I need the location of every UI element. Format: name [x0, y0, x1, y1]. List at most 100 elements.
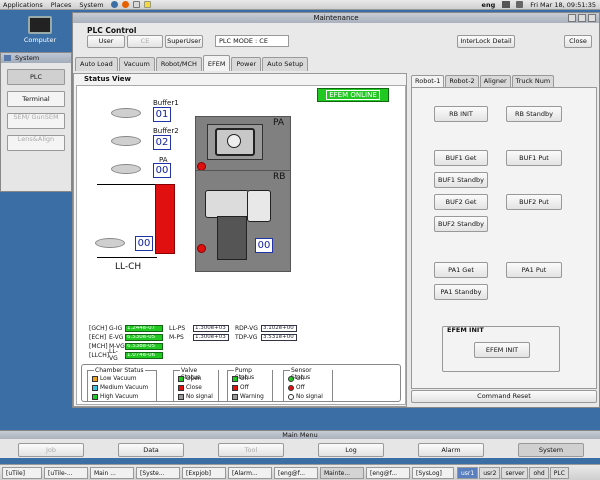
tab-auto-setup[interactable]: Auto Setup	[262, 57, 309, 71]
volume-icon[interactable]	[516, 1, 524, 8]
help-icon[interactable]	[110, 1, 118, 8]
task-utile-2[interactable]: [uTile-...	[44, 466, 88, 479]
data-button[interactable]: Data	[118, 443, 184, 457]
applications-menu[interactable]: Applications	[3, 1, 43, 9]
system-menu[interactable]: System	[79, 1, 103, 9]
valve-status-legend: Valve Status Open Close No signal	[173, 367, 219, 402]
close-window-icon[interactable]	[588, 14, 596, 22]
buf1-get-button[interactable]: BUF1 Get	[434, 150, 488, 166]
pump-on-swatch	[232, 376, 238, 382]
minimize-icon[interactable]	[568, 14, 576, 22]
task-utile[interactable]: [uTile]	[2, 466, 42, 479]
log-button[interactable]: Log	[318, 443, 384, 457]
efem-init-button[interactable]: EFEM INIT	[474, 342, 530, 358]
legend-valve-open: Open	[178, 376, 201, 382]
low-vacuum-label: Low Vacuum	[100, 376, 137, 382]
efem-online-label: EFEM ONLINE	[326, 90, 380, 100]
tab-robot-mch[interactable]: Robot/MCH	[155, 57, 202, 71]
buf2-standby-button[interactable]: BUF2 Standby	[434, 216, 488, 232]
gauge-value-llvg: 1.074e-06	[125, 351, 163, 359]
tool-button[interactable]: Tool	[218, 443, 284, 457]
user-button[interactable]: User	[87, 35, 125, 48]
alarm-button[interactable]: Alarm	[418, 443, 484, 457]
plc-mode-field: PLC MODE : CE	[215, 35, 289, 47]
task-main[interactable]: Main ...	[90, 466, 134, 479]
tab-truck-num[interactable]: Truck Num	[511, 75, 555, 87]
workspace-plc[interactable]: PLC	[549, 466, 569, 479]
system-button[interactable]: System	[518, 443, 584, 457]
task-eng-2[interactable]: [eng@f...	[366, 466, 410, 479]
taskbar: [uTile] [uTile-... Main ... [Syste... [E…	[0, 464, 600, 480]
tab-auto-load[interactable]: Auto Load	[75, 57, 118, 71]
gauge-row-rdpvg: RDP-VG 3.102e+00	[235, 324, 297, 332]
tab-efem[interactable]: EFEM	[202, 55, 231, 71]
task-alarm[interactable]: [Alarm...	[228, 466, 272, 479]
task-eng-1[interactable]: [eng@f...	[274, 466, 318, 479]
tab-power[interactable]: Power	[231, 57, 262, 71]
task-expjob[interactable]: [Expjob]	[182, 466, 226, 479]
pump-on-label: On	[240, 376, 249, 382]
gauge-name-mps: M-PS	[169, 333, 184, 341]
buf2-get-button[interactable]: BUF2 Get	[434, 194, 488, 210]
pump-off-swatch	[232, 385, 238, 391]
gauge-value-mvg: 6.538e-05	[125, 342, 163, 350]
close-button[interactable]: Close	[564, 35, 592, 48]
keyboard-layout[interactable]: eng	[482, 1, 496, 9]
legend-pump-on: On	[232, 376, 248, 382]
legend-sensor-no-signal: No signal	[288, 394, 323, 400]
lens-align-button[interactable]: Lens&Align	[7, 135, 65, 151]
places-menu[interactable]: Places	[51, 1, 72, 9]
valve-close-swatch	[178, 385, 184, 391]
chamber-status-legend: Chamber Status Low Vacuum Medium Vacuum …	[87, 367, 157, 402]
gauge-value-rdpvg: 3.102e+00	[261, 324, 297, 332]
tab-aligner[interactable]: Aligner	[479, 75, 511, 87]
workspace-usr2[interactable]: usr2	[479, 466, 501, 479]
plc-button[interactable]: PLC	[7, 69, 65, 85]
superuser-button[interactable]: SuperUser	[165, 35, 203, 48]
rb-init-button[interactable]: RB INIT	[434, 106, 488, 122]
buf1-standby-button[interactable]: BUF1 Standby	[434, 172, 488, 188]
network-icon[interactable]	[502, 1, 511, 8]
legend-valve-no-signal: No signal	[178, 394, 213, 400]
pa1-put-button[interactable]: PA1 Put	[506, 262, 562, 278]
gauge-group-mch: [MCH]	[89, 342, 108, 350]
workspace-usr1[interactable]: usr1	[457, 466, 479, 479]
buf1-put-button[interactable]: BUF1 Put	[506, 150, 562, 166]
task-maintenance[interactable]: Mainte...	[320, 466, 364, 479]
command-reset-button[interactable]: Command Reset	[411, 390, 597, 403]
gauge-row-llps: LL-PS 1.300e+03	[169, 324, 229, 332]
maximize-icon[interactable]	[578, 14, 586, 22]
tab-robot-2[interactable]: Robot-2	[445, 75, 479, 87]
task-syslog[interactable]: [SysLog]	[412, 466, 454, 479]
gauge-value-tdpvg: 3.531e+00	[261, 333, 297, 341]
buf2-put-button[interactable]: BUF2 Put	[506, 194, 562, 210]
rb-standby-button[interactable]: RB Standby	[506, 106, 562, 122]
buffer2-slot: 02	[153, 135, 171, 150]
mail-icon[interactable]	[132, 1, 140, 8]
firefox-icon[interactable]	[121, 1, 129, 8]
valve-close-label: Close	[186, 385, 202, 391]
rb-sensor	[197, 244, 206, 253]
clock[interactable]: Fri Mar 18, 09:51:35	[530, 1, 596, 9]
workspace-server[interactable]: server	[501, 466, 529, 479]
notes-icon[interactable]	[143, 1, 151, 8]
pump-warning-swatch	[232, 394, 238, 400]
terminal-button[interactable]: Terminal	[7, 91, 65, 107]
tab-vacuum[interactable]: Vacuum	[118, 57, 155, 71]
sensor-no-signal-label: No signal	[296, 394, 323, 400]
computer-desktop-icon[interactable]: Computer	[22, 16, 58, 44]
ce-button[interactable]: CE	[127, 35, 163, 48]
gauge-row-ech: [ECH] E-VG 6.530e-05	[89, 333, 163, 341]
pa1-get-button[interactable]: PA1 Get	[434, 262, 488, 278]
tab-robot-1[interactable]: Robot-1	[411, 75, 445, 87]
efem-online-indicator: EFEM ONLINE	[317, 88, 389, 102]
pa1-standby-button[interactable]: PA1 Standby	[434, 284, 488, 300]
valve-open-label: Open	[186, 376, 202, 382]
workspace-ohd[interactable]: ohd	[529, 466, 549, 479]
aligner-chuck	[227, 134, 241, 148]
sem-gunsem-button[interactable]: SEM/ GunSEM	[7, 113, 65, 129]
gauge-row-mps: M-PS 1.300e+03	[169, 333, 229, 341]
task-system[interactable]: [Syste...	[136, 466, 180, 479]
job-button[interactable]: Job	[18, 443, 84, 457]
interlock-detail-button[interactable]: InterLock Detail	[457, 35, 515, 48]
